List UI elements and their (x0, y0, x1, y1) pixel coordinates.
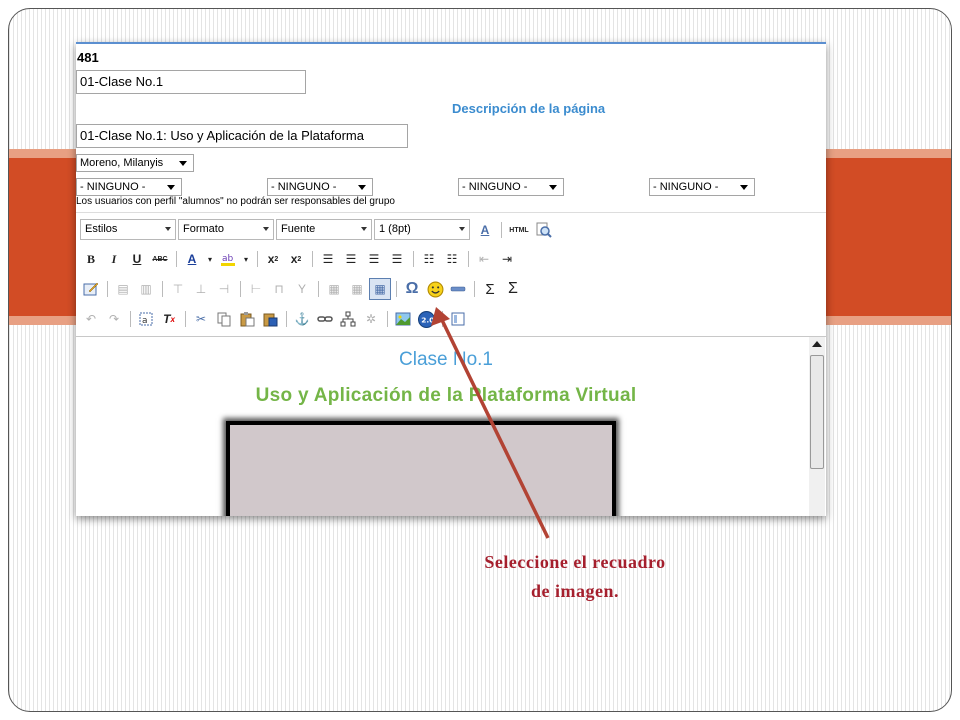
instruction-caption-line-1: Seleccione el recuadro (484, 552, 666, 572)
annotation-arrow-head (431, 307, 450, 326)
instruction-caption: Seleccione el recuadro de imagen. (430, 548, 720, 606)
instruction-caption-line-2: de imagen. (531, 581, 619, 601)
annotation-arrow-line (439, 317, 550, 539)
annotation-arrow (431, 307, 550, 539)
